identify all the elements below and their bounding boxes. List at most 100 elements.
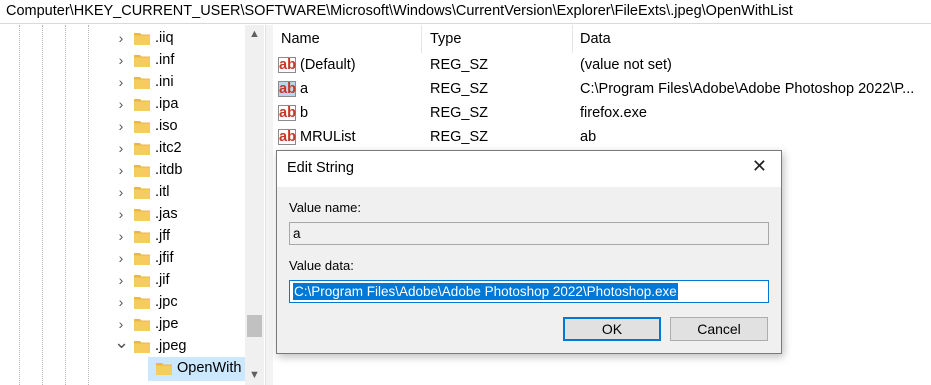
value-name-field[interactable]: a	[289, 222, 769, 245]
tree-item-label: .jpc	[155, 294, 178, 310]
value-type-cell: REG_SZ	[430, 57, 489, 73]
tree-item-label: OpenWith	[177, 360, 242, 376]
chevron-right-icon[interactable]: ›	[114, 181, 128, 203]
tree-item[interactable]: › .jpc	[0, 291, 245, 313]
close-icon[interactable]: ✕	[752, 156, 767, 177]
registry-string-icon: ab	[278, 105, 296, 121]
tree-item[interactable]: › .iso	[0, 115, 245, 137]
chevron-right-icon[interactable]: ›	[114, 71, 128, 93]
chevron-right-icon[interactable]: ›	[114, 137, 128, 159]
dialog-title-bar[interactable]: Edit String ✕	[277, 151, 781, 187]
folder-icon	[134, 207, 150, 221]
value-name-cell: MRUList	[300, 129, 356, 145]
list-row[interactable]: ab (Default) REG_SZ (value not set)	[273, 54, 931, 78]
list-row[interactable]: ab b REG_SZ firefox.exe	[273, 102, 931, 126]
column-header-type[interactable]: Type	[430, 31, 461, 47]
tree-item-label: .jas	[155, 206, 178, 222]
list-row[interactable]: ab a REG_SZ C:\Program Files\Adobe\Adobe Ph…	[273, 78, 931, 102]
registry-string-icon: ab	[278, 81, 296, 97]
scroll-up-icon[interactable]: ▲	[245, 25, 264, 44]
column-header-data[interactable]: Data	[580, 31, 611, 47]
tree-item[interactable]: ⌄ .jpeg	[0, 333, 245, 357]
value-data-cell: ab	[580, 129, 597, 145]
chevron-down-icon[interactable]: ⌄	[114, 333, 129, 357]
value-name-label: Value name:	[289, 200, 362, 215]
tree-item-selected[interactable]: OpenWith	[0, 357, 245, 381]
tree-item[interactable]: › .itdb	[0, 159, 245, 181]
pane-splitter[interactable]	[265, 25, 273, 385]
folder-icon	[134, 339, 150, 353]
tree-item-label: .jpeg	[155, 338, 187, 354]
scroll-thumb[interactable]	[247, 315, 262, 337]
chevron-right-icon[interactable]: ›	[114, 93, 128, 115]
registry-string-icon: ab	[278, 129, 296, 145]
cancel-button[interactable]: Cancel	[670, 317, 768, 341]
tree-item[interactable]: › .ini	[0, 71, 245, 93]
tree-item-label: .jif	[155, 272, 170, 288]
folder-icon	[134, 251, 150, 265]
chevron-right-icon[interactable]: ›	[114, 27, 128, 49]
tree-item[interactable]: › .inf	[0, 49, 245, 71]
value-type-cell: REG_SZ	[430, 129, 489, 145]
value-name-text: a	[293, 226, 301, 241]
chevron-right-icon[interactable]: ›	[114, 115, 128, 137]
scroll-down-icon[interactable]: ▼	[245, 366, 264, 385]
chevron-right-icon[interactable]: ›	[114, 291, 128, 313]
value-name-cell: (Default)	[300, 57, 356, 73]
chevron-right-icon[interactable]: ›	[114, 269, 128, 291]
tree-scrollbar[interactable]: ▲ ▼	[245, 25, 264, 385]
value-data-selected-text: C:\Program Files\Adobe\Adobe Photoshop 2…	[293, 283, 678, 300]
folder-icon	[134, 31, 150, 45]
tree-item-label: .itl	[155, 184, 170, 200]
list-header: Name Type Data	[273, 25, 931, 53]
tree-item-label: .jfif	[155, 250, 174, 266]
value-data-cell: C:\Program Files\Adobe\Adobe Photoshop 2…	[580, 81, 915, 97]
tree-item[interactable]: › .jas	[0, 203, 245, 225]
value-data-cell: firefox.exe	[580, 105, 647, 121]
value-type-cell: REG_SZ	[430, 105, 489, 121]
folder-icon	[134, 229, 150, 243]
value-data-label: Value data:	[289, 258, 354, 273]
folder-icon	[134, 53, 150, 67]
ok-button[interactable]: OK	[563, 317, 661, 341]
value-data-cell: (value not set)	[580, 57, 672, 73]
folder-icon	[134, 185, 150, 199]
folder-icon	[134, 75, 150, 89]
tree-item[interactable]: › .jfif	[0, 247, 245, 269]
folder-icon	[134, 317, 150, 331]
tree-item[interactable]: › .iiq	[0, 27, 245, 49]
tree-item-label: .inf	[155, 52, 175, 68]
tree-item-label: .itdb	[155, 162, 183, 178]
address-bar[interactable]: Computer\HKEY_CURRENT_USER\SOFTWARE\Micr…	[0, 0, 931, 24]
tree-item[interactable]: › .jif	[0, 269, 245, 291]
folder-icon	[134, 295, 150, 309]
list-row[interactable]: ab MRUList REG_SZ ab	[273, 126, 931, 150]
value-name-cell: a	[300, 81, 309, 97]
tree-item-label: .iso	[155, 118, 178, 134]
registry-tree: › .iiq › .inf › .ini › .ipa › .iso › .itc2 › .itdb › .i…	[0, 25, 265, 385]
value-data-input[interactable]: C:\Program Files\Adobe\Adobe Photoshop 2…	[289, 280, 769, 303]
chevron-right-icon[interactable]: ›	[114, 203, 128, 225]
dialog-title: Edit String	[287, 160, 354, 176]
column-divider[interactable]	[572, 25, 573, 53]
chevron-right-icon[interactable]: ›	[114, 225, 128, 247]
tree-item-label: .iiq	[155, 30, 174, 46]
tree-item[interactable]: › .itc2	[0, 137, 245, 159]
tree-item[interactable]: › .itl	[0, 181, 245, 203]
value-name-cell: b	[300, 105, 309, 121]
edit-string-dialog: Edit String ✕ Value name: a Value data: …	[276, 150, 782, 354]
folder-icon	[134, 163, 150, 177]
tree-item-label: .jff	[155, 228, 171, 244]
value-type-cell: REG_SZ	[430, 81, 489, 97]
column-divider[interactable]	[421, 25, 422, 53]
tree-item-label: .ipa	[155, 96, 179, 112]
column-header-name[interactable]: Name	[281, 31, 320, 47]
chevron-right-icon[interactable]: ›	[114, 49, 128, 71]
folder-icon	[134, 119, 150, 133]
chevron-right-icon[interactable]: ›	[114, 247, 128, 269]
folder-icon	[134, 141, 150, 155]
tree-item[interactable]: › .jff	[0, 225, 245, 247]
tree-item[interactable]: › .ipa	[0, 93, 245, 115]
chevron-right-icon[interactable]: ›	[114, 159, 128, 181]
registry-string-icon: ab	[278, 57, 296, 73]
